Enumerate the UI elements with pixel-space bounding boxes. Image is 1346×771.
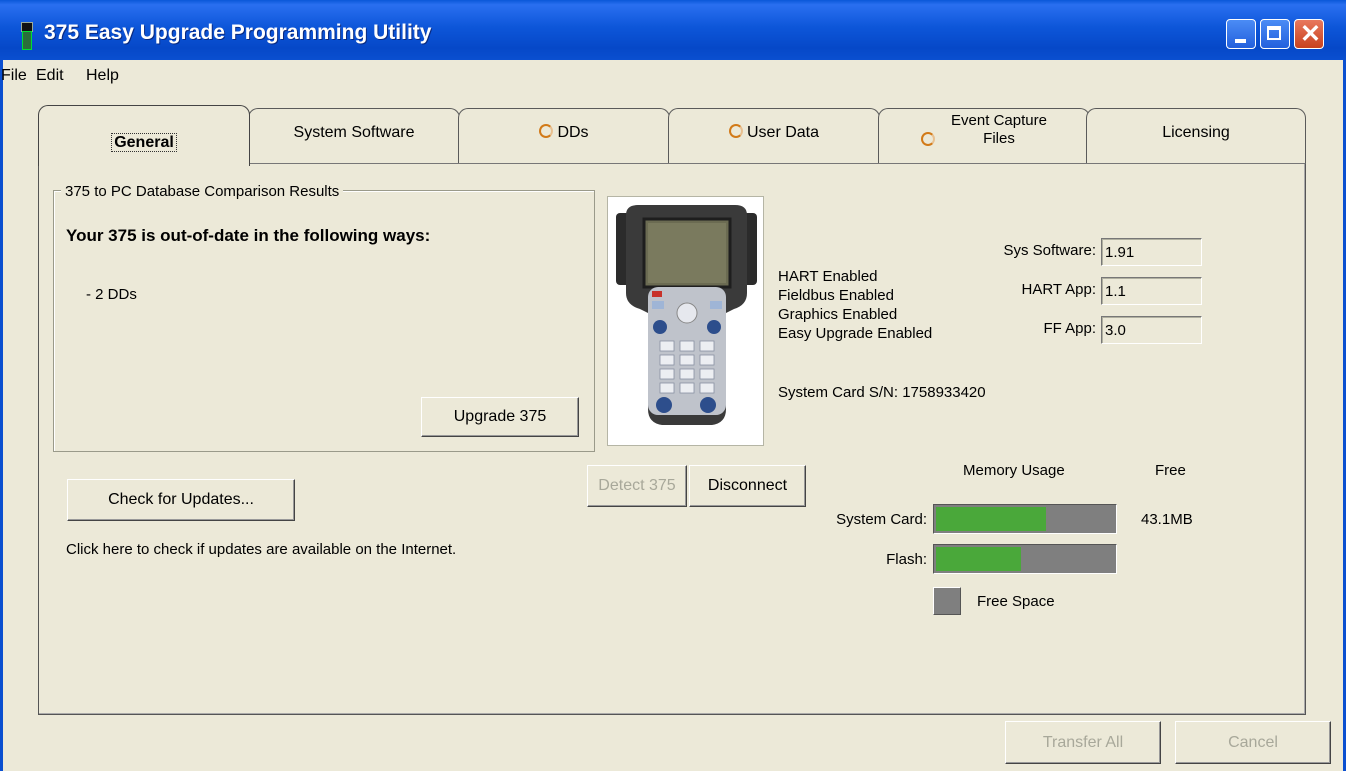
device-features: HART Enabled Fieldbus Enabled Graphics E… [778,267,932,343]
feature-graphics: Graphics Enabled [778,306,898,323]
out-of-date-heading: Your 375 is out-of-date in the following… [66,226,431,245]
title-bar[interactable]: 375 Easy Upgrade Programming Utility ✕ [0,0,1346,60]
comparison-group-title: 375 to PC Database Comparison Results [61,183,344,200]
check-for-updates-button[interactable]: Check for Updates... [67,479,295,521]
hart-app-label: HART App: [1021,281,1097,298]
maximize-icon [1267,26,1281,40]
system-card-memory-label: System Card: [836,511,927,528]
tab-label: User Data [746,124,820,141]
tab-system-software[interactable]: System Software [248,108,460,164]
sys-software-label: Sys Software: [1003,242,1096,259]
detect-375-button[interactable]: Detect 375 [587,465,687,507]
pending-ring-icon [728,124,743,138]
menu-bar: File Edit Help [0,60,1346,90]
ff-app-value: 3.0 [1101,316,1202,344]
tab-event-capture-files[interactable]: Event Capture Files [878,108,1090,164]
system-card-memory-bar [933,504,1117,534]
feature-easy-upgrade: Easy Upgrade Enabled [778,325,933,342]
maximize-button[interactable] [1260,19,1290,49]
tab-label-line1: Event Capture [951,112,1047,129]
memory-free-header: Free [1155,462,1186,479]
feature-hart: HART Enabled [778,268,878,285]
tab-label-line2: Files [983,130,1015,147]
free-space-swatch [933,587,961,615]
close-icon: ✕ [1300,20,1321,48]
app-window: 375 Easy Upgrade Programming Utility ✕ F… [0,0,1346,771]
pending-ring-icon [539,124,554,138]
ff-app-label: FF App: [1043,320,1096,337]
window-title: 375 Easy Upgrade Programming Utility [44,21,432,44]
tab-label: Licensing [1162,124,1230,141]
disconnect-button[interactable]: Disconnect [689,465,806,507]
system-card-free-value: 43.1MB [1141,511,1193,528]
field-communicator-image [607,196,764,446]
upgrade-375-button[interactable]: Upgrade 375 [421,397,579,437]
check-updates-hint: Click here to check if updates are avail… [66,541,457,558]
tab-general[interactable]: General [38,105,250,166]
flash-memory-bar [933,544,1117,574]
used-space-fill [936,507,1046,531]
free-space-legend: Free Space [977,593,1055,610]
tab-label: DDs [557,124,589,141]
tab-licensing[interactable]: Licensing [1086,108,1306,164]
memory-usage-header: Memory Usage [963,462,1065,479]
feature-fieldbus: Fieldbus Enabled [778,287,894,304]
menu-help[interactable]: Help [86,67,119,85]
out-of-date-item: - 2 DDs [86,286,137,303]
window-frame-left [0,60,3,771]
close-button[interactable]: ✕ [1294,19,1324,49]
cancel-button[interactable]: Cancel [1175,721,1331,764]
tab-dds[interactable]: DDs [458,108,670,164]
tab-label: System Software [293,124,415,141]
handheld-app-icon [20,22,33,50]
menu-file[interactable]: File [1,67,27,85]
sys-software-value: 1.91 [1101,238,1202,266]
tab-label: General [111,133,177,152]
transfer-all-button[interactable]: Transfer All [1005,721,1161,764]
flash-memory-label: Flash: [886,551,927,568]
minimize-button[interactable] [1226,19,1256,49]
menu-edit[interactable]: Edit [36,67,64,85]
minimize-icon [1235,39,1246,43]
tab-user-data[interactable]: User Data [668,108,880,164]
system-card-serial: System Card S/N: 1758933420 [778,384,986,401]
used-space-fill [936,547,1021,571]
hart-app-value: 1.1 [1101,277,1202,305]
